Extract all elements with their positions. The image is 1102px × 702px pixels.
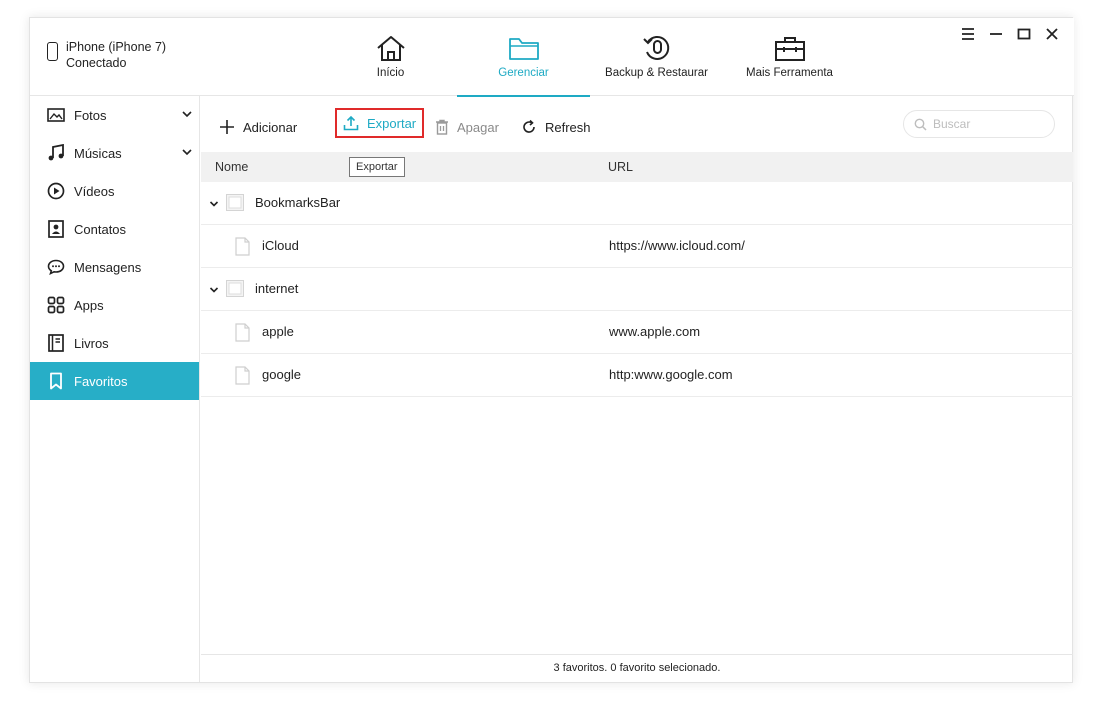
nav-inicio[interactable]: Início — [324, 18, 457, 96]
sidebar-item-mensagens[interactable]: Mensagens — [30, 248, 199, 286]
bookmark-table: BookmarksBar iCloud https://www.icloud.c… — [201, 182, 1073, 397]
folder-icon — [226, 280, 244, 297]
toolbox-icon — [774, 37, 805, 61]
upload-icon — [343, 115, 359, 131]
refresh-icon — [523, 119, 535, 133]
window-controls — [954, 24, 1066, 44]
add-button[interactable]: Adicionar — [219, 113, 297, 141]
row-name: google — [262, 367, 302, 382]
export-tooltip: Exportar — [349, 157, 405, 177]
search-input[interactable] — [933, 117, 1043, 131]
export-label: Exportar — [367, 115, 417, 131]
menu-button[interactable] — [954, 24, 982, 44]
maximize-icon — [1017, 28, 1031, 40]
row-name: apple — [262, 324, 294, 339]
delete-label: Apagar — [457, 119, 499, 135]
row-url: http:www.google.com — [609, 367, 733, 382]
sidebar-item-label: Vídeos — [74, 183, 115, 199]
chevron-down-icon[interactable] — [181, 146, 193, 158]
header: iPhone (iPhone 7) Conectado Início Geren… — [30, 18, 1074, 97]
trash-icon — [436, 119, 448, 135]
file-icon — [235, 323, 250, 342]
close-icon — [1046, 28, 1058, 40]
table-row[interactable]: iCloud https://www.icloud.com/ — [201, 225, 1073, 268]
chevron-down-icon[interactable] — [181, 108, 193, 120]
minimize-icon — [990, 33, 1002, 35]
sidebar-item-livros[interactable]: Livros — [30, 324, 199, 362]
chevron-down-icon[interactable] — [209, 285, 219, 295]
home-icon — [376, 36, 405, 61]
file-icon — [235, 237, 250, 256]
row-url: https://www.icloud.com/ — [609, 238, 745, 253]
sidebar-item-label: Fotos — [74, 107, 107, 123]
folder-icon — [226, 194, 244, 211]
chevron-down-icon[interactable] — [209, 199, 219, 209]
sidebar-item-favoritos[interactable]: Favoritos — [30, 362, 199, 400]
table-row[interactable]: internet — [201, 268, 1073, 311]
folder-icon — [508, 38, 539, 60]
sidebar-item-label: Livros — [74, 335, 109, 351]
add-label: Adicionar — [243, 119, 298, 135]
contacts-icon — [48, 220, 64, 238]
maximize-button[interactable] — [1010, 24, 1038, 44]
plus-icon — [220, 120, 234, 134]
table-row[interactable]: apple www.apple.com — [201, 311, 1073, 354]
sidebar-item-videos[interactable]: Vídeos — [30, 172, 199, 210]
sidebar: Fotos Músicas Vídeos Contatos Mensagens … — [30, 96, 200, 682]
delete-button[interactable]: Apagar — [435, 113, 499, 141]
nav-mais-ferramenta[interactable]: Mais Ferramenta — [723, 18, 856, 96]
table-row[interactable]: BookmarksBar — [201, 182, 1073, 225]
status-bar: 3 favoritos. 0 favorito selecionado. — [201, 654, 1073, 682]
row-name: internet — [255, 281, 299, 296]
nav-mais-ferramenta-label: Mais Ferramenta — [746, 67, 833, 79]
column-url[interactable]: URL — [608, 160, 633, 174]
nav-inicio-label: Início — [376, 67, 405, 79]
device-info: iPhone (iPhone 7) Conectado — [47, 39, 166, 71]
minimize-button[interactable] — [982, 24, 1010, 44]
sidebar-item-contatos[interactable]: Contatos — [30, 210, 199, 248]
backup-restore-icon — [642, 35, 669, 60]
menu-icon — [962, 28, 974, 40]
row-name: BookmarksBar — [255, 195, 341, 210]
column-nome[interactable]: Nome — [215, 160, 248, 174]
photo-icon — [47, 108, 65, 122]
messages-icon — [47, 259, 65, 275]
sidebar-item-label: Apps — [74, 297, 104, 313]
book-icon — [48, 334, 64, 352]
nav-gerenciar[interactable]: Gerenciar — [457, 18, 590, 97]
nav-gerenciar-label: Gerenciar — [498, 67, 549, 79]
device-status: Conectado — [66, 56, 127, 70]
app-window: iPhone (iPhone 7) Conectado Início Geren… — [29, 17, 1074, 683]
search-box[interactable] — [903, 110, 1055, 138]
file-icon — [235, 366, 250, 385]
sidebar-item-musicas[interactable]: Músicas — [30, 134, 199, 172]
music-icon — [48, 144, 64, 161]
close-button[interactable] — [1038, 24, 1066, 44]
sidebar-item-label: Favoritos — [74, 373, 128, 389]
table-header: Nome URL — [201, 152, 1073, 182]
bookmark-icon — [50, 372, 62, 390]
sidebar-item-fotos[interactable]: Fotos — [30, 96, 199, 134]
row-url: www.apple.com — [609, 324, 701, 339]
video-icon — [47, 182, 65, 200]
sidebar-item-apps[interactable]: Apps — [30, 286, 199, 324]
refresh-button[interactable]: Refresh — [521, 113, 591, 141]
main-content: Adicionar Exportar Apagar Refresh Nome U… — [201, 96, 1073, 682]
search-icon — [914, 118, 927, 131]
phone-icon — [47, 42, 58, 61]
sidebar-item-label: Contatos — [74, 221, 127, 237]
row-name: iCloud — [262, 238, 299, 253]
device-name: iPhone (iPhone 7) — [66, 40, 167, 54]
apps-icon — [47, 296, 65, 314]
sidebar-item-label: Músicas — [74, 145, 122, 161]
refresh-label: Refresh — [545, 119, 591, 135]
table-row[interactable]: google http:www.google.com — [201, 354, 1073, 397]
sidebar-item-label: Mensagens — [74, 259, 142, 275]
export-button[interactable]: Exportar — [335, 108, 425, 138]
nav-backup-label: Backup & Restaurar — [605, 67, 708, 79]
nav-backup[interactable]: Backup & Restaurar — [590, 18, 723, 96]
toolbar: Adicionar Exportar Apagar Refresh — [201, 96, 1073, 152]
